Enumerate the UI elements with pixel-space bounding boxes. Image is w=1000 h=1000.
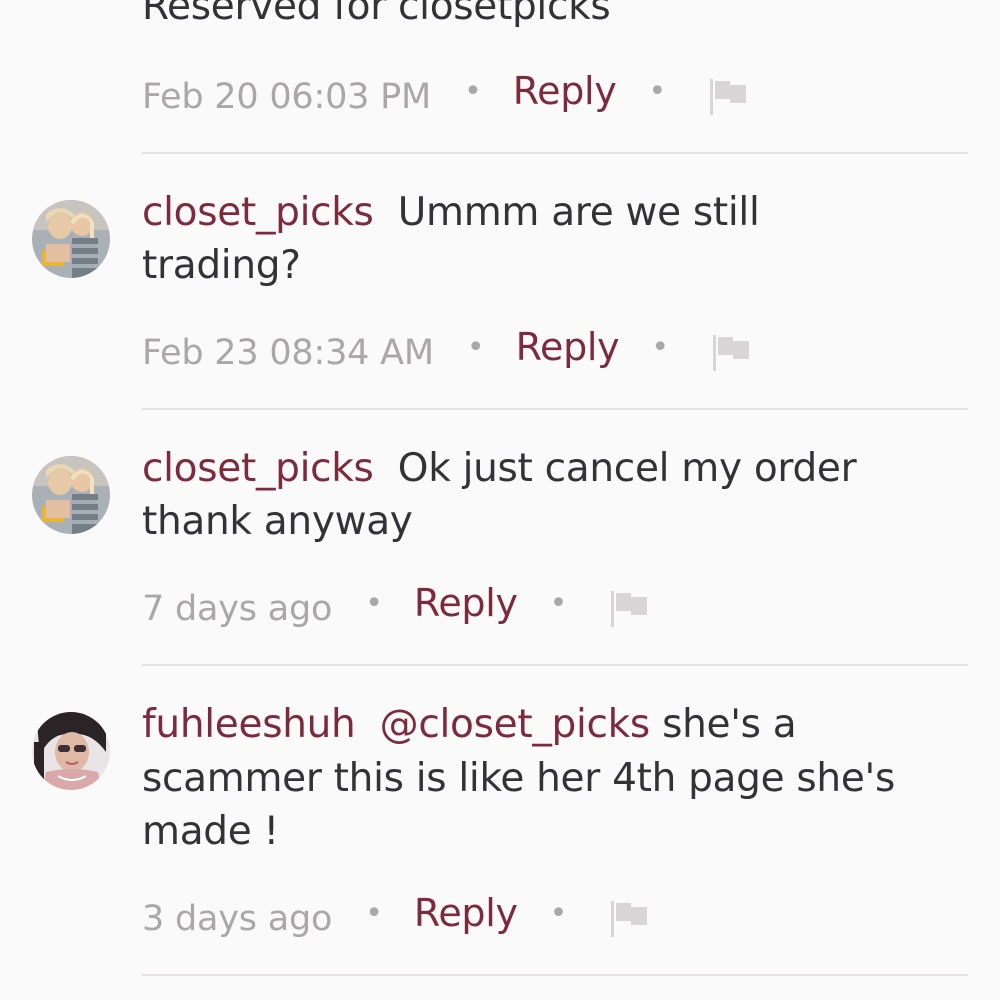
avatar[interactable] bbox=[32, 712, 110, 790]
avatar[interactable] bbox=[32, 200, 110, 278]
comment-text: Ummm are we still bbox=[397, 190, 760, 235]
comment-text: Reserved for closetpicks bbox=[142, 0, 611, 29]
comment-text: thank anyway bbox=[142, 499, 413, 544]
comment-meta: Feb 23 08:34 AM • Reply • bbox=[142, 325, 751, 378]
comment-text: she's a bbox=[662, 702, 797, 747]
separator-dot: • bbox=[464, 73, 482, 109]
flag-icon[interactable] bbox=[609, 899, 649, 939]
comment-meta: Feb 20 06:03 PM • Reply • bbox=[142, 69, 748, 122]
flag-icon[interactable] bbox=[708, 77, 748, 117]
reply-button[interactable]: Reply bbox=[414, 891, 518, 935]
flag-icon[interactable] bbox=[609, 589, 649, 629]
separator-dot: • bbox=[549, 895, 568, 931]
avatar[interactable] bbox=[32, 456, 110, 534]
comment-text: Ok just cancel my order bbox=[397, 446, 857, 491]
reply-button[interactable]: Reply bbox=[414, 581, 518, 625]
separator-dot: • bbox=[648, 73, 667, 109]
divider bbox=[142, 974, 968, 976]
comment-meta: 7 days ago • Reply • bbox=[142, 581, 649, 634]
flag-icon[interactable] bbox=[711, 333, 751, 373]
reply-button[interactable]: Reply bbox=[513, 69, 617, 113]
comment-timestamp: Feb 20 06:03 PM bbox=[142, 77, 432, 117]
separator-dot: • bbox=[466, 329, 485, 365]
comment-line: fuhleeshuh @closet_picks she's a bbox=[142, 702, 797, 747]
separator-dot: • bbox=[651, 329, 670, 365]
separator-dot: • bbox=[365, 895, 383, 931]
divider bbox=[142, 152, 968, 154]
divider bbox=[142, 408, 968, 410]
comment-timestamp: 7 days ago bbox=[142, 589, 333, 629]
comment-username[interactable]: closet_picks bbox=[142, 446, 374, 491]
separator-dot: • bbox=[549, 585, 568, 621]
separator-dot: • bbox=[365, 585, 383, 621]
comment-meta: 3 days ago • Reply • bbox=[142, 891, 649, 944]
divider bbox=[142, 664, 968, 666]
comment-timestamp: Feb 23 08:34 AM bbox=[142, 333, 434, 373]
comment-text: scammer this is like her 4th page she's bbox=[142, 756, 895, 801]
comments-list: Reserved for closetpicks Feb 20 06:03 PM… bbox=[0, 0, 1000, 1000]
comment-mention[interactable]: @closet_picks bbox=[380, 702, 651, 747]
comment-timestamp: 3 days ago bbox=[142, 899, 333, 939]
comment-line: closet_picks Ummm are we still bbox=[142, 190, 760, 235]
comment-username[interactable]: closet_picks bbox=[142, 190, 374, 235]
comment-text: trading? bbox=[142, 243, 301, 288]
comment-text: made ! bbox=[142, 809, 279, 854]
comment-line: closet_picks Ok just cancel my order bbox=[142, 446, 857, 491]
comment-username[interactable]: fuhleeshuh bbox=[142, 702, 356, 747]
reply-button[interactable]: Reply bbox=[516, 325, 620, 369]
